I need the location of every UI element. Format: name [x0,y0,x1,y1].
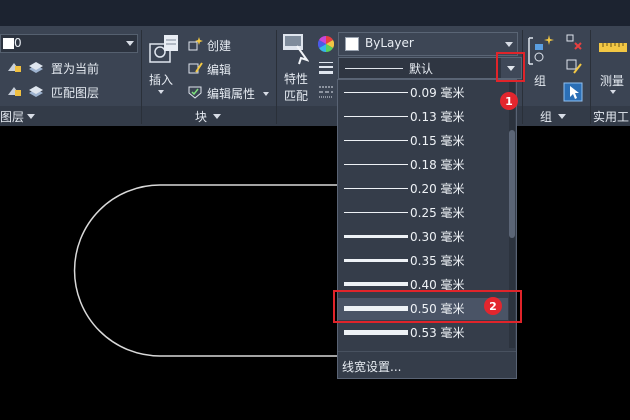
block-panel-title[interactable]: 块 [195,108,207,125]
set-current-button[interactable]: 置为当前 [51,60,99,77]
linetype-icon[interactable] [318,84,334,100]
ribbon-panel-title-bar [0,106,630,126]
layer-color-swatch [3,38,14,49]
scrollbar-thumb[interactable] [509,130,515,238]
lineweight-option-label: 0.15 毫米 [410,134,465,148]
ungroup-icon[interactable] [566,34,582,50]
lineweight-option-label: 0.13 毫米 [410,110,465,124]
current-layer-value: 0 [14,36,22,50]
create-button[interactable]: 创建 [207,37,231,54]
panel-divider [590,30,591,124]
group-edit-icon[interactable] [566,59,582,75]
set-current-layer-icon[interactable] [28,59,44,75]
lineweight-option[interactable]: 0.13 毫米 [338,106,508,128]
lineweight-sample [344,235,408,238]
chevron-down-icon [505,42,513,47]
lineweight-sample [344,164,408,165]
lineweight-settings-item[interactable]: 线宽设置... [338,351,516,378]
layer-lock-icon[interactable] [6,59,22,75]
lineweight-option[interactable]: 0.35 毫米 [338,250,508,272]
chevron-down-icon [126,41,134,46]
chevron-down-icon[interactable] [213,114,221,119]
lineweight-list[interactable]: 0.09 毫米 0.13 毫米 0.15 毫米 0.18 毫米 0.20 毫米 … [337,79,517,379]
group-icon[interactable] [526,34,556,68]
edit-block-icon[interactable] [187,60,203,76]
lineweight-settings-label: 线宽设置... [342,360,402,374]
lineweight-option[interactable]: 0.20 毫米 [338,178,508,200]
lineweight-option-label: 0.30 毫米 [410,230,465,244]
lineweight-option-label: 0.25 毫米 [410,206,465,220]
drawing-canvas[interactable] [0,127,630,420]
lineweight-option[interactable]: 0.18 毫米 [338,154,508,176]
group-label[interactable]: 组 [534,72,546,89]
chevron-down-icon[interactable] [610,90,616,94]
groups-panel-title[interactable]: 组 [540,108,552,125]
lineweight-sample [344,92,408,93]
lineweight-preview [345,68,403,69]
lineweight-sample [344,116,408,117]
step-badge-2: 2 [484,297,502,315]
lineweight-icon[interactable] [318,60,334,76]
lineweight-option[interactable]: 0.30 毫米 [338,226,508,248]
match-layer-button[interactable]: 匹配图层 [51,84,99,101]
layers-panel-title[interactable]: 图层 [0,108,24,125]
edit-attributes-button[interactable]: 编辑属性 [207,85,255,102]
measure-ruler-icon[interactable] [598,40,628,54]
group-selection-icon[interactable] [563,82,583,102]
color-swatch [345,37,359,51]
lineweight-sample [344,140,408,141]
color-wheel-icon[interactable] [318,36,334,52]
lineweight-option[interactable]: 0.25 毫米 [338,202,508,224]
insert-label[interactable]: 插入 [149,71,173,88]
match-properties-label-line1[interactable]: 特性 [284,70,308,87]
title-strip [0,0,630,26]
lineweight-sample [344,188,408,189]
utilities-panel-title[interactable]: 实用工 [593,108,629,125]
panel-divider [141,30,142,124]
lineweight-sample [344,259,408,262]
layer-unlock-icon[interactable] [6,83,22,99]
color-value: ByLayer [365,36,414,50]
measure-label[interactable]: 测量 [600,72,624,89]
lineweight-option[interactable]: 0.15 毫米 [338,130,508,152]
chevron-down-icon[interactable] [27,114,35,119]
chevron-down-icon[interactable] [263,92,269,96]
lineweight-option[interactable]: 0.53 毫米 [338,322,508,344]
lineweight-option-label: 0.18 毫米 [410,158,465,172]
step-badge-1: 1 [500,92,518,110]
lineweight-option-label: 0.20 毫米 [410,182,465,196]
lineweight-option-label: 0.35 毫米 [410,254,465,268]
match-properties-icon[interactable] [281,32,309,66]
lineweight-sample [344,330,408,335]
create-block-icon[interactable] [187,36,203,52]
edit-attributes-icon[interactable] [187,84,203,100]
lineweight-dropdown[interactable]: 默认 [338,57,522,79]
match-properties-label-line2[interactable]: 匹配 [284,87,308,104]
lineweight-option-label: 0.53 毫米 [410,326,465,340]
lineweight-value: 默认 [409,62,434,76]
color-dropdown[interactable]: ByLayer [338,32,518,56]
highlight-dropdown-arrow [496,52,525,82]
match-layer-icon[interactable] [28,83,44,99]
lineweight-option[interactable]: 0.09 毫米 [338,82,508,104]
lineweight-option-label: 0.09 毫米 [410,86,465,100]
edit-button[interactable]: 编辑 [207,61,231,78]
lineweight-sample [344,212,408,213]
chevron-down-icon[interactable] [158,90,164,94]
lineweight-sample [344,282,408,286]
insert-block-icon[interactable] [146,32,182,68]
panel-divider [276,30,277,124]
slot-outline-shape[interactable] [73,184,340,357]
layer-dropdown[interactable]: 0 [0,34,138,53]
chevron-down-icon[interactable] [558,114,566,119]
